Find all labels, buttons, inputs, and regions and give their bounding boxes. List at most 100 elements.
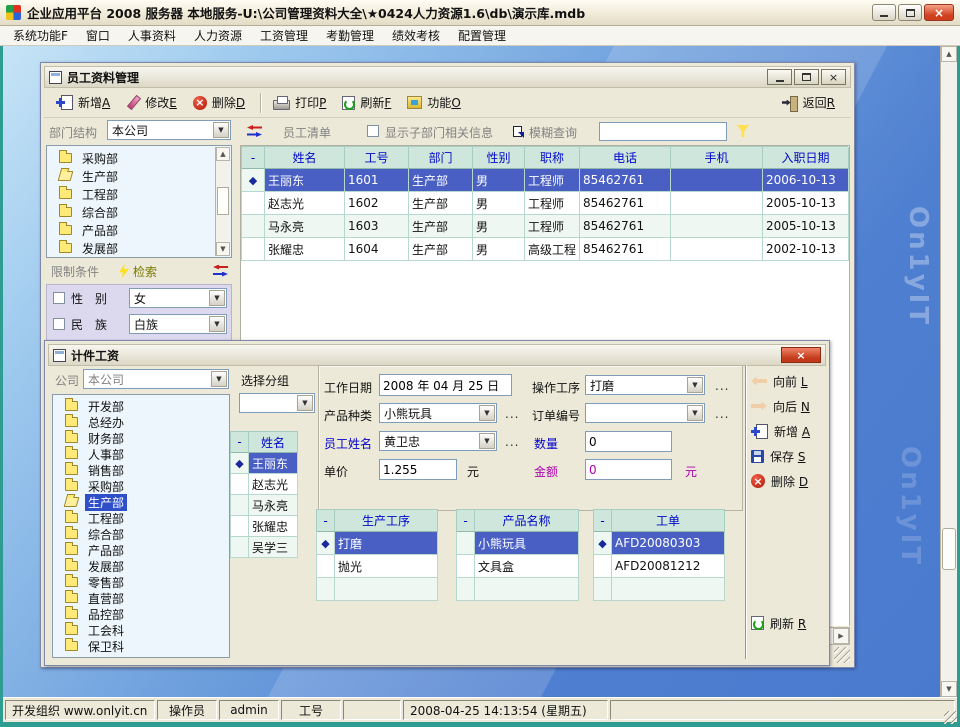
employee-more-button[interactable]: ... (505, 435, 519, 449)
tree-item[interactable]: 保卫科 (53, 638, 229, 654)
company-select[interactable]: 本公司 ▼ (83, 369, 229, 389)
quantity-input[interactable] (585, 431, 672, 452)
process-more-button[interactable]: ... (715, 379, 729, 393)
menu-item[interactable]: 工资管理 (251, 26, 317, 46)
employee-window-titlebar[interactable]: 员工资料管理 × (44, 66, 851, 88)
table-row[interactable]: 吴学三 (230, 537, 298, 558)
tree-item[interactable]: 工会科 (53, 622, 229, 638)
department-structure-select[interactable]: 本公司 ▼ (107, 120, 231, 140)
previous-button[interactable]: 向前 L (751, 371, 829, 391)
tree-item[interactable]: 生产部 (47, 167, 231, 185)
function-button[interactable]: 功能O (403, 92, 468, 113)
table-row[interactable]: 王丽东 1601 生产部 男 工程师 85462761 2006-10-13 (241, 169, 848, 192)
resize-grip[interactable] (944, 711, 957, 724)
scroll-thumb[interactable] (217, 187, 229, 215)
tree-item[interactable]: 发展部 (53, 558, 229, 574)
table-row[interactable]: 打磨 (316, 532, 438, 555)
edit-button[interactable]: 修改E (122, 92, 185, 113)
maximize-button[interactable] (794, 69, 819, 85)
column-header[interactable]: - (242, 147, 265, 169)
minimize-button[interactable] (872, 4, 896, 21)
next-button[interactable]: 向后 N (751, 396, 829, 416)
maximize-button[interactable] (898, 4, 922, 21)
column-header[interactable]: - (231, 432, 249, 453)
chevron-down-icon[interactable]: ▼ (209, 290, 225, 306)
order-more-button[interactable]: ... (715, 407, 729, 421)
tree-item[interactable]: 总经办 (53, 414, 229, 430)
chevron-down-icon[interactable]: ▼ (479, 405, 495, 421)
tree-item[interactable]: 销售部 (53, 462, 229, 478)
filter-select[interactable]: 女 ▼ (129, 288, 227, 308)
piece-wage-titlebar[interactable]: 计件工资 × (48, 344, 826, 366)
column-header[interactable]: 性别 (473, 147, 525, 169)
chevron-down-icon[interactable]: ▼ (211, 371, 227, 387)
column-header[interactable]: 部门 (409, 147, 473, 169)
employee-select[interactable]: 黄卫忠▼ (379, 431, 497, 451)
tree-item[interactable]: 生产部 (53, 494, 229, 510)
tree-item[interactable]: 综合部 (47, 203, 231, 221)
column-header[interactable]: - (317, 510, 335, 532)
column-header[interactable]: 工号 (345, 147, 409, 169)
column-header[interactable]: 生产工序 (335, 510, 438, 532)
tree-item[interactable]: 工程部 (47, 185, 231, 203)
table-row[interactable]: 赵志光 1602 生产部 男 工程师 85462761 2005-10-13 (241, 192, 848, 215)
column-header[interactable]: 姓名 (265, 147, 345, 169)
table-row[interactable]: 赵志光 (230, 474, 298, 495)
chevron-down-icon[interactable]: ▼ (213, 122, 229, 138)
delete-button[interactable]: 删除 D (751, 471, 829, 491)
filter-select[interactable]: 白族 ▼ (129, 314, 227, 334)
fuzzy-search-input[interactable] (599, 122, 727, 141)
work-date-input[interactable] (379, 374, 512, 396)
table-row[interactable]: 张耀忠 (230, 516, 298, 537)
swap-icon[interactable] (247, 125, 263, 138)
menu-item[interactable]: 窗口 (77, 26, 119, 46)
column-header[interactable]: 入职日期 (763, 147, 849, 169)
column-header[interactable]: - (594, 510, 612, 532)
save-button[interactable]: 保存 S (751, 446, 829, 466)
table-row[interactable] (316, 578, 438, 601)
column-header[interactable]: - (457, 510, 475, 532)
refresh-button[interactable]: 刷新 R (751, 613, 829, 633)
tree-item[interactable]: 综合部 (53, 526, 229, 542)
scroll-right-icon[interactable]: ▶ (833, 628, 849, 644)
main-titlebar[interactable]: 企业应用平台 2008 服务器 本地服务-U:\公司管理资料大全\★0424人力… (0, 0, 960, 26)
column-header[interactable]: 职称 (525, 147, 580, 169)
table-row[interactable]: 张耀忠 1604 生产部 男 高级工程 85462761 2002-10-13 (241, 238, 848, 261)
chevron-down-icon[interactable]: ▼ (687, 377, 703, 393)
close-button[interactable]: × (781, 347, 821, 363)
unit-price-input[interactable] (379, 459, 457, 480)
filter-checkbox[interactable] (53, 292, 65, 304)
filter-funnel-icon[interactable] (737, 125, 749, 137)
close-button[interactable]: × (924, 4, 954, 21)
group-select[interactable]: ▼ (239, 393, 315, 413)
scroll-thumb[interactable] (942, 528, 956, 570)
minimize-button[interactable] (767, 69, 792, 85)
table-row[interactable]: 王丽东 (230, 453, 298, 474)
table-row[interactable]: 马永亮 1603 生产部 男 工程师 85462761 2005-10-13 (241, 215, 848, 238)
table-row[interactable] (593, 578, 725, 601)
product-select[interactable]: 小熊玩具▼ (379, 403, 497, 423)
table-row[interactable]: AFD20081212 (593, 555, 725, 578)
column-header[interactable]: 手机 (671, 147, 763, 169)
scroll-up-icon[interactable]: ▲ (216, 147, 230, 161)
table-row[interactable]: AFD20080303 (593, 532, 725, 555)
swap-icon[interactable] (213, 265, 229, 278)
column-header[interactable]: 电话 (580, 147, 671, 169)
scroll-up-icon[interactable]: ▲ (941, 46, 957, 62)
process-select[interactable]: 打磨▼ (585, 375, 705, 395)
tree-item[interactable]: 品控部 (53, 606, 229, 622)
tree-item[interactable]: 开发部 (53, 398, 229, 414)
menu-item[interactable]: 人力资源 (185, 26, 251, 46)
column-header[interactable]: 产品名称 (475, 510, 579, 532)
column-header[interactable]: 姓名 (249, 432, 298, 453)
table-row[interactable]: 马永亮 (230, 495, 298, 516)
tree-scrollbar[interactable]: ▲ ▼ (215, 147, 230, 256)
scroll-down-icon[interactable]: ▼ (941, 681, 957, 697)
add-button[interactable]: 新增A (52, 92, 118, 113)
resize-grip[interactable] (834, 647, 850, 663)
tree-item[interactable]: 产品部 (53, 542, 229, 558)
chevron-down-icon[interactable]: ▼ (297, 395, 313, 411)
scroll-down-icon[interactable]: ▼ (216, 242, 230, 256)
menu-item[interactable]: 绩效考核 (383, 26, 449, 46)
amount-input[interactable] (585, 459, 672, 480)
